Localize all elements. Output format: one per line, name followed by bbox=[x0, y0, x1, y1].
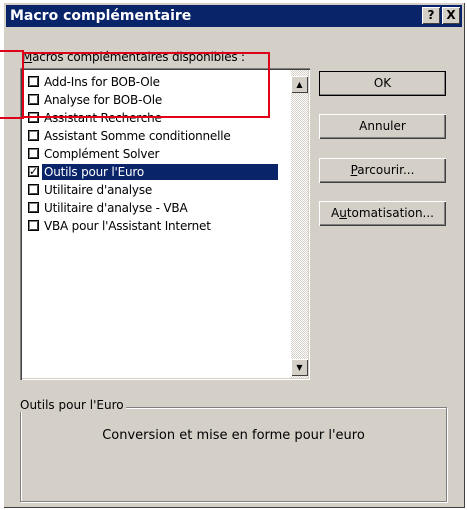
addin-description: Conversion et mise en forme pour l'euro bbox=[102, 428, 365, 443]
highlight-annotation-line-bottom bbox=[0, 117, 24, 119]
highlight-annotation-line-top bbox=[0, 50, 24, 52]
addin-list-item[interactable]: VBA pour l'Assistant Internet bbox=[26, 217, 290, 235]
title-bar[interactable]: Macro complémentaire ? X bbox=[6, 5, 462, 27]
scroll-down-button[interactable]: ▼ bbox=[291, 359, 308, 376]
browse-button[interactable]: Parcourir... bbox=[319, 158, 446, 183]
addin-label: Utilitaire d'analyse - VBA bbox=[44, 201, 188, 215]
addin-list-item[interactable]: Utilitaire d'analyse - VBA bbox=[26, 199, 290, 217]
dialog-title: Macro complémentaire bbox=[10, 8, 192, 24]
cancel-button[interactable]: Annuler bbox=[319, 114, 446, 139]
automation-button[interactable]: Automatisation... bbox=[319, 201, 446, 226]
addin-checkbox[interactable] bbox=[28, 184, 39, 195]
vertical-scrollbar[interactable]: ▲ ▼ bbox=[291, 70, 308, 378]
help-button[interactable]: ? bbox=[422, 7, 440, 24]
close-button[interactable]: X bbox=[442, 7, 460, 24]
addin-label: VBA pour l'Assistant Internet bbox=[44, 219, 211, 233]
highlight-annotation-box bbox=[22, 52, 270, 118]
addin-label: Utilitaire d'analyse bbox=[44, 183, 153, 197]
addin-label: Outils pour l'Euro bbox=[42, 164, 278, 180]
addin-list-item[interactable]: Assistant Somme conditionnelle bbox=[26, 127, 290, 145]
automation-label-rest: tomatisation... bbox=[346, 206, 434, 220]
automation-access-key: u bbox=[339, 206, 347, 220]
addin-checkbox[interactable] bbox=[28, 130, 39, 141]
addin-checkbox[interactable] bbox=[28, 220, 39, 231]
addin-list-item[interactable]: Utilitaire d'analyse bbox=[26, 181, 290, 199]
addin-checkbox[interactable]: ✓ bbox=[28, 166, 39, 177]
addin-checkbox[interactable] bbox=[28, 202, 39, 213]
description-group-title: Outils pour l'Euro bbox=[18, 398, 126, 412]
description-groupbox bbox=[20, 407, 447, 502]
addin-checkbox[interactable] bbox=[28, 148, 39, 159]
addin-list-item[interactable]: ✓ Outils pour l'Euro bbox=[26, 163, 290, 181]
addin-label: Complément Solver bbox=[44, 147, 160, 161]
scroll-up-button[interactable]: ▲ bbox=[291, 76, 308, 93]
automation-label-start: A bbox=[331, 206, 340, 220]
browse-label: arcourir... bbox=[357, 163, 415, 177]
ok-button[interactable]: OK bbox=[319, 71, 446, 96]
addin-list-item[interactable]: Complément Solver bbox=[26, 145, 290, 163]
addin-label: Assistant Somme conditionnelle bbox=[44, 129, 231, 143]
